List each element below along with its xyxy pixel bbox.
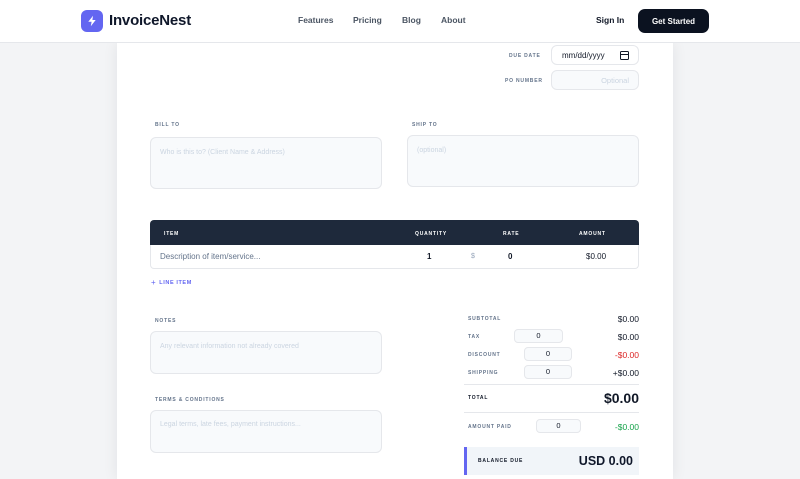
bill-to-label: BILL TO	[155, 122, 180, 128]
due-date-label: DUE DATE	[509, 53, 541, 59]
discount-value: -$0.00	[614, 350, 639, 360]
currency-symbol: $	[471, 253, 475, 260]
ship-to-label: SHIP TO	[412, 122, 438, 128]
nav-link-blog[interactable]: Blog	[402, 15, 421, 25]
ship-to-placeholder: (optional)	[417, 147, 447, 154]
tax-input[interactable]: 0	[514, 329, 563, 343]
po-number-input[interactable]: Optional	[551, 70, 639, 90]
rate-input[interactable]: 0	[508, 252, 512, 261]
brand-name[interactable]: InvoiceNest	[109, 12, 191, 29]
sign-in-link[interactable]: Sign In	[596, 15, 624, 25]
bill-to-placeholder: Who is this to? (Client Name & Address)	[160, 149, 285, 156]
shipping-label: SHIPPING	[468, 370, 499, 376]
total-value: $0.00	[603, 390, 639, 406]
terms-label: TERMS & CONDITIONS	[155, 397, 225, 403]
line-items-header: ITEM QUANTITY RATE AMOUNT	[150, 220, 639, 245]
balance-due-label: BALANCE DUE	[478, 458, 524, 464]
po-number-label: PO NUMBER	[505, 78, 543, 84]
totals-divider	[464, 412, 639, 413]
calendar-icon[interactable]	[620, 51, 629, 60]
amount-paid-label: AMOUNT PAID	[468, 424, 512, 430]
shipping-input[interactable]: 0	[524, 365, 572, 379]
nav-link-pricing[interactable]: Pricing	[353, 15, 382, 25]
notes-placeholder: Any relevant information not already cov…	[160, 343, 299, 350]
tax-value: $0.00	[617, 332, 639, 342]
notes-input[interactable]: Any relevant information not already cov…	[150, 331, 382, 374]
column-quantity: QUANTITY	[415, 231, 447, 237]
notes-label: NOTES	[155, 318, 177, 324]
balance-due-value: USD 0.00	[578, 454, 633, 468]
totals-divider	[464, 384, 639, 385]
ship-to-input[interactable]: (optional)	[407, 135, 639, 187]
bill-to-input[interactable]: Who is this to? (Client Name & Address)	[150, 137, 382, 189]
quantity-input[interactable]: 1	[427, 252, 431, 261]
add-line-item-button[interactable]: + LINE ITEM	[151, 278, 192, 287]
line-amount: $0.00	[586, 252, 607, 261]
discount-label: DISCOUNT	[468, 352, 501, 358]
bolt-logo-icon[interactable]	[81, 10, 103, 32]
amount-paid-input[interactable]: 0	[536, 419, 581, 433]
amount-paid-value: -$0.00	[614, 422, 639, 432]
balance-due-box: BALANCE DUE USD 0.00	[464, 447, 639, 475]
column-item: ITEM	[164, 231, 180, 237]
column-amount: AMOUNT	[579, 231, 606, 237]
plus-icon: +	[151, 278, 157, 287]
tax-label: TAX	[468, 334, 481, 340]
total-label: TOTAL	[468, 395, 489, 401]
subtotal-label: SUBTOTAL	[468, 316, 502, 322]
due-date-value: mm/dd/yyyy	[562, 51, 605, 60]
po-number-placeholder: Optional	[601, 76, 629, 85]
due-date-input[interactable]: mm/dd/yyyy	[551, 45, 639, 65]
column-rate: RATE	[503, 231, 520, 237]
table-row: Description of item/service... 1 $ 0 $0.…	[150, 245, 639, 269]
shipping-value: +$0.00	[612, 368, 639, 378]
terms-input[interactable]: Legal terms, late fees, payment instruct…	[150, 410, 382, 453]
get-started-button[interactable]: Get Started	[638, 9, 709, 33]
add-line-item-label: LINE ITEM	[159, 280, 192, 286]
subtotal-value: $0.00	[617, 314, 639, 324]
item-description-input[interactable]: Description of item/service...	[160, 252, 260, 261]
nav-link-features[interactable]: Features	[298, 15, 333, 25]
discount-input[interactable]: 0	[524, 347, 572, 361]
top-nav: InvoiceNest Features Pricing Blog About …	[0, 0, 800, 43]
nav-link-about[interactable]: About	[441, 15, 466, 25]
terms-placeholder: Legal terms, late fees, payment instruct…	[160, 421, 301, 428]
